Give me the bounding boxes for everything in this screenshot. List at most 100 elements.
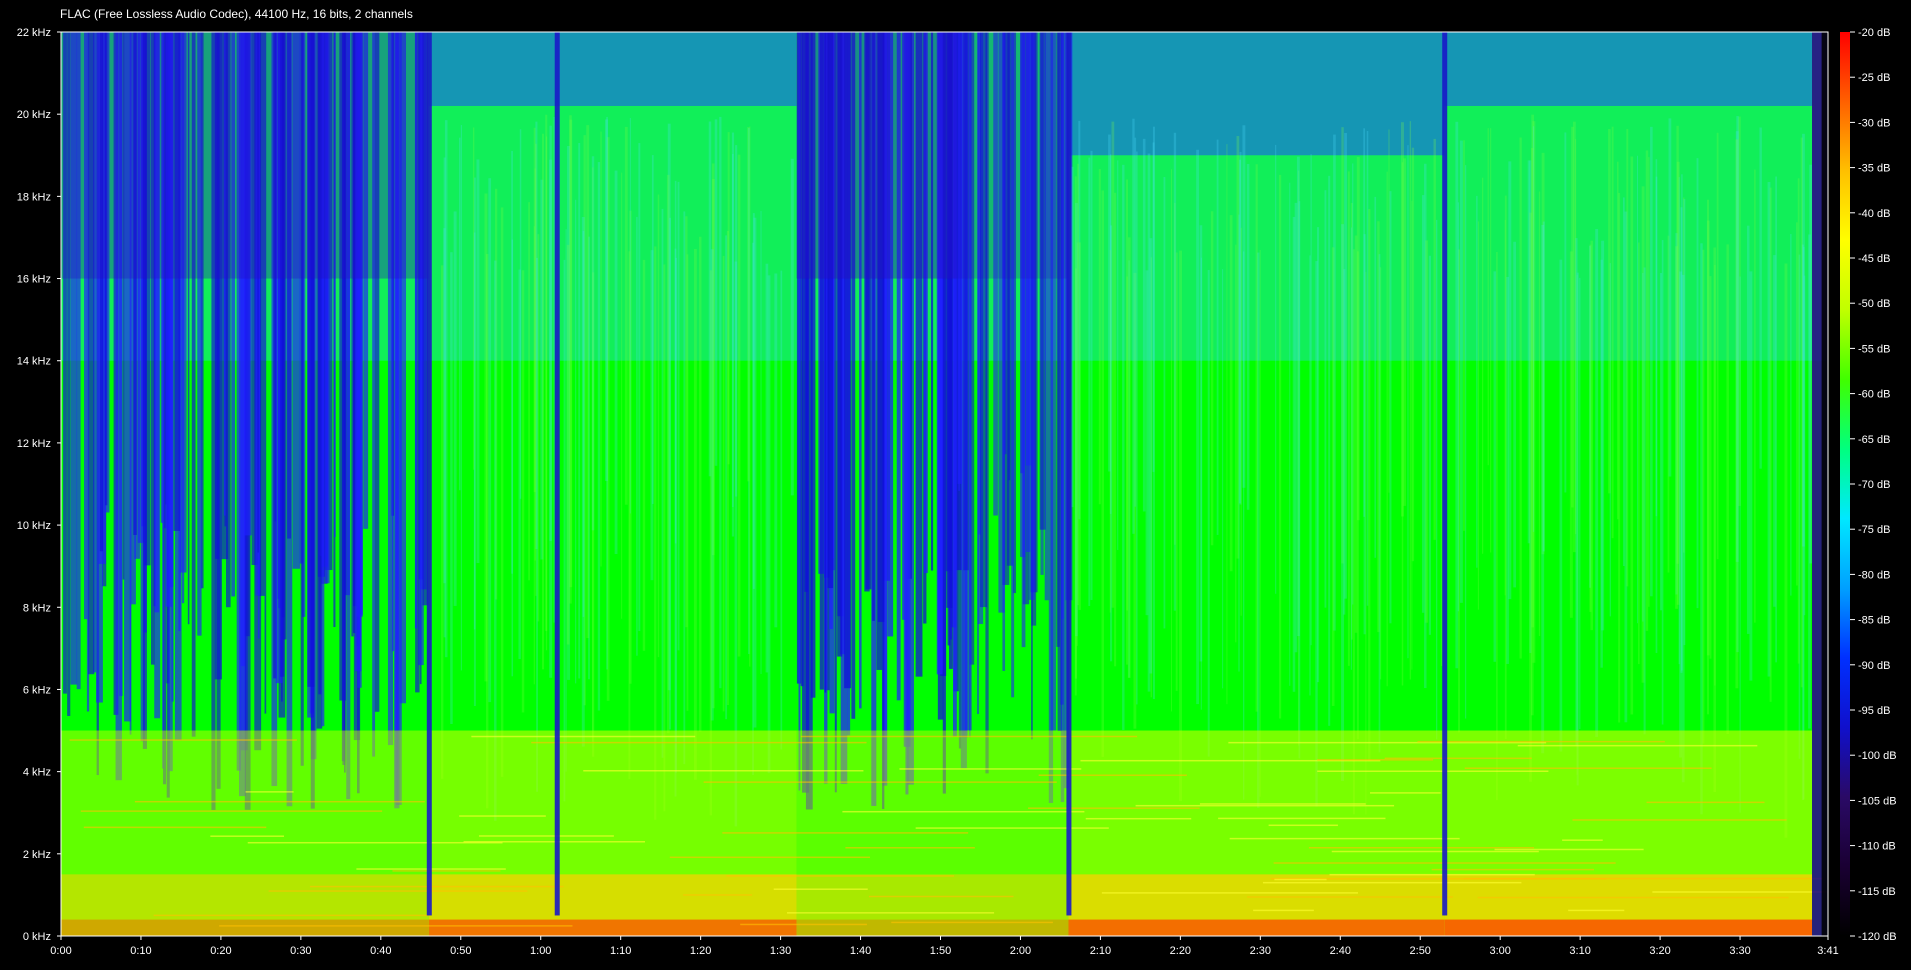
colorbar-tick-label: -105 dB	[1858, 795, 1897, 807]
loud-streak	[1796, 222, 1798, 586]
harmonic-line	[245, 791, 294, 793]
loud-streak	[1310, 154, 1312, 646]
colorbar-tick-label: -75 dB	[1858, 524, 1890, 536]
loud-streak	[1636, 155, 1639, 624]
harmonic-line	[531, 741, 867, 744]
loud-streak	[500, 207, 504, 777]
x-tick-label: 1:50	[930, 945, 951, 957]
loud-streak	[1642, 272, 1644, 622]
colorbar-tick-label: -80 dB	[1858, 569, 1890, 581]
loud-streak	[642, 259, 646, 651]
colorbar-tick-label: -85 dB	[1858, 615, 1890, 627]
harmonic-line	[1199, 803, 1366, 805]
harmonic-line	[583, 770, 864, 772]
loud-streak	[1127, 237, 1131, 678]
loud-streak	[1409, 121, 1412, 680]
loud-streak	[651, 155, 654, 504]
harmonic-line	[1331, 850, 1539, 853]
loud-streak	[1611, 126, 1614, 539]
quiet-band	[956, 32, 1069, 279]
loud-streak	[1643, 267, 1646, 735]
harmonic-line	[703, 781, 1057, 783]
sub-bass-energy	[428, 919, 797, 936]
harmonic-line	[1494, 848, 1644, 851]
loud-streak	[669, 217, 671, 730]
loud-streak	[1716, 132, 1719, 560]
loud-streak	[693, 248, 697, 780]
harmonic-line	[726, 875, 955, 877]
loud-streak	[1513, 241, 1517, 588]
harmonic-line	[1135, 804, 1395, 807]
loud-streak	[1363, 128, 1366, 517]
sub-bass-energy	[61, 919, 429, 936]
x-tick-label: 0:30	[290, 945, 311, 957]
loud-streak	[1709, 276, 1712, 659]
loud-streak	[1436, 219, 1438, 740]
harmonic-line	[1038, 774, 1187, 776]
silence-gap	[1442, 32, 1448, 916]
harmonic-line	[392, 870, 501, 872]
loud-streak	[1098, 169, 1101, 505]
loud-streak	[1759, 127, 1762, 469]
colorbar-tick-label: -120 dB	[1858, 931, 1897, 943]
loud-streak	[1142, 138, 1146, 512]
harmonic-line	[800, 735, 1138, 738]
x-tick-label: 2:40	[1330, 945, 1351, 957]
loud-streak	[1309, 255, 1311, 696]
loud-streak	[511, 239, 514, 677]
harmonic-line	[268, 890, 528, 892]
y-tick-label: 8 kHz	[23, 602, 51, 614]
harmonic-line	[1317, 759, 1434, 761]
loud-streak	[1504, 219, 1506, 596]
loud-streak	[1650, 126, 1653, 597]
loud-streak	[1275, 144, 1277, 594]
loud-streak	[1457, 202, 1459, 612]
loud-streak	[683, 211, 686, 765]
harmonic-line	[1417, 740, 1665, 743]
loud-streak	[719, 116, 722, 689]
cutoff-band	[1068, 32, 1445, 156]
loud-streak	[1278, 174, 1282, 719]
db-colorbar	[1840, 32, 1850, 936]
loud-streak	[1575, 238, 1578, 746]
loud-streak	[753, 217, 757, 728]
loud-streak	[1519, 137, 1522, 659]
loud-streak	[541, 133, 545, 670]
end-silence	[1821, 32, 1828, 936]
loud-streak	[600, 131, 602, 567]
harmonic-line	[1308, 846, 1535, 849]
harmonic-line	[740, 923, 867, 926]
loud-streak	[1350, 227, 1352, 670]
y-tick-label: 10 kHz	[17, 520, 51, 532]
loud-streak	[1210, 211, 1214, 546]
harmonic-line	[463, 841, 645, 843]
harmonic-line	[83, 826, 267, 829]
loud-streak	[569, 115, 572, 604]
harmonic-line	[1262, 881, 1522, 884]
harmonic-line	[1317, 770, 1549, 772]
harmonic-line	[1268, 824, 1338, 827]
x-tick-label: 2:30	[1250, 945, 1271, 957]
loud-streak	[1152, 142, 1155, 472]
loud-streak	[1676, 161, 1680, 605]
silence-gap	[554, 32, 560, 916]
x-tick-label: 3:00	[1489, 945, 1510, 957]
harmonic-line	[134, 800, 425, 803]
x-tick-label: 1:20	[690, 945, 711, 957]
loud-streak	[638, 143, 641, 632]
loud-streak	[1726, 244, 1729, 735]
x-tick-label: 3:41	[1817, 945, 1838, 957]
loud-streak	[1324, 190, 1327, 608]
harmonic-line	[478, 835, 614, 837]
loud-streak	[1476, 195, 1478, 568]
colorbar-tick-label: -65 dB	[1858, 434, 1890, 446]
loud-streak	[472, 127, 475, 470]
harmonic-line	[153, 914, 429, 917]
loud-streak	[549, 125, 552, 541]
harmonic-line	[1369, 792, 1441, 794]
loud-streak	[1506, 276, 1509, 664]
y-tick-label: 2 kHz	[23, 849, 51, 861]
colorbar-tick-label: -70 dB	[1858, 479, 1890, 491]
y-tick-label: 20 kHz	[17, 109, 51, 121]
harmonic-line	[459, 815, 546, 817]
